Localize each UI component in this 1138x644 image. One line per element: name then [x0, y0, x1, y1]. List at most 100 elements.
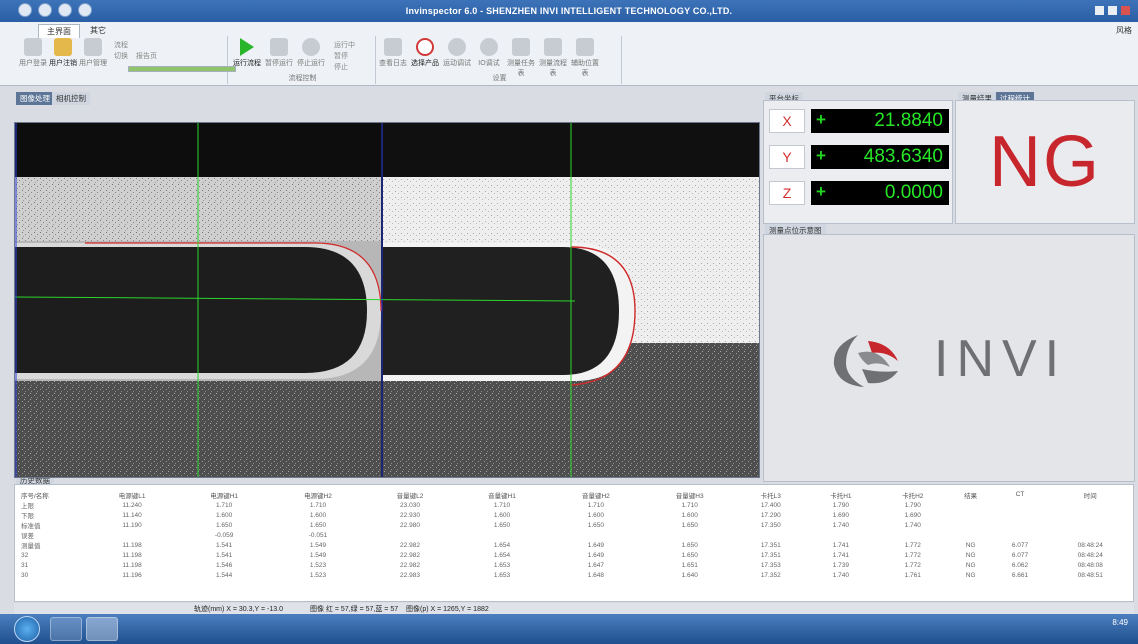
table-row[interactable]: 31 11.198 1.546 1.523 22.982 1.653 1.647 1.651 1…	[17, 560, 1133, 570]
table-cell: 1.790	[832, 501, 849, 509]
play-icon	[240, 38, 254, 56]
table-cell	[643, 530, 737, 540]
io-debug-button[interactable]: IO调试	[474, 38, 504, 68]
table-cell	[365, 530, 455, 540]
axis-sign: +	[811, 181, 831, 205]
table-row[interactable]: 上限 11.240 1.710 1.710 23.030 1.710 1.710 1.710 1…	[17, 500, 1134, 511]
table-cell: 11.190	[122, 521, 142, 529]
table-cell: 1.690	[832, 511, 849, 519]
running-option[interactable]: 运行中	[334, 40, 355, 51]
table-cell	[1048, 500, 1134, 510]
flow-subitem[interactable]: 流程	[114, 40, 157, 51]
table-cell: 1.600	[215, 511, 233, 519]
column-header[interactable]: 电源键H2	[271, 489, 365, 500]
table-cell: 1.650	[493, 521, 511, 529]
clock-time[interactable]: 8:49	[1112, 617, 1128, 629]
progress-fill	[129, 67, 235, 71]
table-cell: 1.690	[904, 511, 921, 519]
logout-button[interactable]: 用户注销	[48, 38, 78, 68]
table-cell: 1.710	[215, 501, 233, 509]
table-cell: 1.710	[587, 501, 604, 509]
table-cell: NG	[965, 551, 976, 559]
column-header[interactable]: 卡托L3	[737, 489, 805, 500]
table-row[interactable]: 标准值 11.190 1.650 1.650 22.980 1.650 1.650 1.650…	[17, 520, 1134, 531]
select-product-button[interactable]: 选择产品	[410, 38, 440, 68]
table-cell: 22.930	[400, 511, 420, 519]
wand-icon	[576, 38, 594, 56]
table-cell: 1.710	[493, 501, 511, 509]
column-header[interactable]: CT	[993, 489, 1048, 500]
table-row[interactable]: 30 11.196 1.544 1.523 22.983 1.653 1.648 1.640 1…	[17, 570, 1133, 580]
column-header[interactable]: 电源键L1	[87, 489, 177, 500]
table-cell: 1.541	[215, 541, 233, 549]
table-cell: 11.198	[122, 541, 142, 549]
table-cell: 1.647	[587, 561, 604, 569]
table-cell	[805, 530, 877, 540]
measure-icon	[512, 38, 530, 56]
invi-logo-icon	[833, 335, 898, 387]
report-subitem[interactable]: 报告页	[136, 51, 157, 62]
table-row[interactable]: 测量值 11.198 1.541 1.549 22.982 1.654 1.649 1.650…	[17, 540, 1133, 551]
column-header[interactable]: 音量键H2	[549, 489, 643, 500]
table-cell: NG	[965, 561, 976, 569]
table-row[interactable]: 误差 -0.059 -0.051	[17, 530, 1133, 541]
ie-taskbar-icon[interactable]	[50, 617, 82, 641]
table-cell: 标准值	[21, 523, 41, 530]
motion-debug-button[interactable]: 运动调试	[442, 38, 472, 68]
table-cell: 1.600	[681, 511, 698, 519]
column-header[interactable]: 序号/名称	[17, 489, 87, 500]
fan-icon	[448, 38, 466, 56]
user-manage-button[interactable]: 用户管理	[78, 38, 108, 68]
table-cell: 6.661	[1011, 571, 1029, 579]
column-header[interactable]: 音量键L2	[365, 489, 455, 500]
table-cell: 11.140	[122, 511, 142, 519]
start-button[interactable]	[14, 616, 40, 642]
position-diagram-panel: INVI	[763, 234, 1135, 482]
pause-flow-button[interactable]: 暂停运行	[264, 38, 294, 68]
column-header[interactable]: 音量键H3	[643, 489, 737, 500]
tab-camera-control[interactable]: 相机控制	[52, 92, 90, 105]
result-status: NG	[989, 122, 1101, 202]
measure-task-button[interactable]: 测量任务表	[506, 38, 536, 78]
axis-label: X	[769, 109, 805, 133]
table-row[interactable]: 32 11.198 1.541 1.549 22.982 1.654 1.649 1.650 1…	[17, 550, 1133, 560]
column-header[interactable]: 音量键H1	[455, 489, 549, 500]
table-cell: 17.350	[760, 521, 781, 529]
maximize-button[interactable]	[1108, 6, 1117, 15]
column-header[interactable]: 卡托H2	[877, 489, 949, 500]
column-header[interactable]: 卡托H1	[805, 489, 877, 500]
view-log-button[interactable]: 查看日志	[378, 38, 408, 68]
table-cell: 1.650	[587, 521, 604, 529]
history-header-row: 序号/名称 电源键L1 电源键H1 电源键H2 音量键L2 音量键H1 音量键H2 音量键H3…	[17, 489, 1133, 500]
login-button[interactable]: 用户登录	[18, 38, 48, 68]
table-cell: 11.198	[122, 551, 142, 559]
camera-image-view[interactable]	[14, 122, 760, 478]
tab-image-processing[interactable]: 图像处理	[16, 92, 54, 105]
column-header[interactable]: 电源键H1	[177, 489, 271, 500]
column-header[interactable]: 时间	[1048, 489, 1134, 500]
paused-option[interactable]: 暂停	[334, 51, 355, 62]
stop-flow-button[interactable]: 停止运行	[296, 38, 326, 68]
product-icon	[416, 38, 434, 56]
table-cell: 误差	[21, 533, 34, 540]
flow-group-label: 流程控制	[288, 75, 317, 82]
table-cell: 1.649	[587, 541, 604, 549]
table-cell: 1.600	[587, 511, 604, 519]
table-row[interactable]: 下限 11.140 1.600 1.600 22.930 1.600 1.600 1.600 1…	[17, 510, 1133, 521]
table-cell	[993, 520, 1048, 530]
aux-position-button[interactable]: 辅助位置表	[570, 38, 600, 78]
table-cell	[87, 530, 177, 540]
close-button[interactable]	[1121, 6, 1130, 15]
app-taskbar-icon[interactable]	[86, 617, 118, 641]
measure-flow-button[interactable]: 测量流程表	[538, 38, 568, 78]
style-menu[interactable]: 风格	[1116, 25, 1132, 36]
table-cell	[1048, 520, 1134, 530]
table-cell: 1.600	[309, 511, 327, 519]
axis-label: Z	[769, 181, 805, 205]
minimize-button[interactable]	[1095, 6, 1104, 15]
stopped-option[interactable]: 停止	[334, 62, 355, 73]
run-flow-button[interactable]: 运行流程	[232, 38, 262, 68]
coord-row-x: X + 21.8840	[767, 107, 951, 135]
column-header[interactable]: 结果	[949, 489, 993, 500]
table-cell: 1.651	[681, 561, 698, 569]
